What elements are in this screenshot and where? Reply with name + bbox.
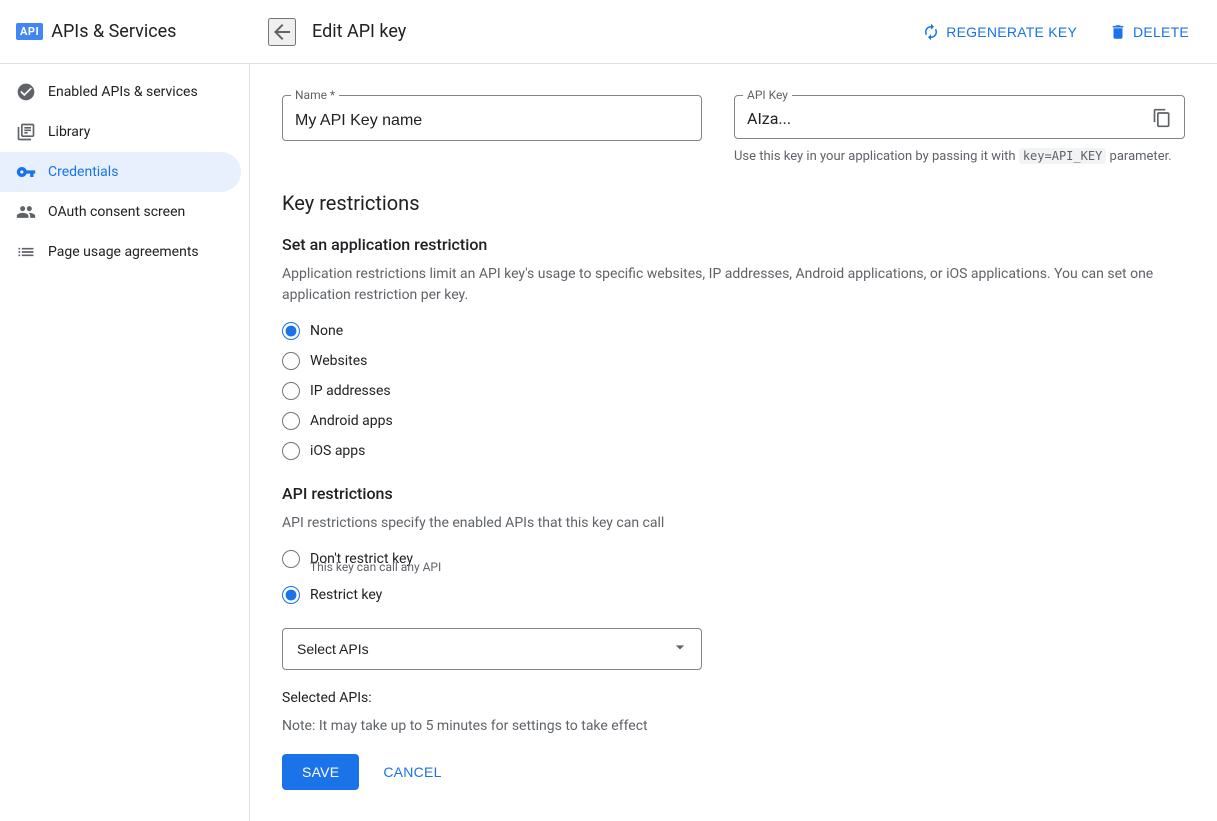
- sidebar-item-page-usage[interactable]: Page usage agreements: [0, 232, 241, 272]
- radio-restrict-key[interactable]: Restrict key: [282, 586, 1185, 604]
- radio-restrict-key-label: Restrict key: [310, 587, 382, 603]
- top-fields-row: Name * API Key AIza...: [282, 88, 1185, 167]
- delete-label: DELETE: [1133, 24, 1189, 40]
- regenerate-key-button[interactable]: REGENERATE KEY: [910, 15, 1089, 49]
- select-apis-dropdown[interactable]: Select APIs: [282, 628, 702, 670]
- api-key-label: API Key: [743, 88, 792, 102]
- radio-none[interactable]: None: [282, 322, 1185, 340]
- radio-ios-label: iOS apps: [310, 443, 365, 459]
- sidebar-label-enabled-apis: Enabled APIs & services: [48, 84, 198, 100]
- copy-api-key-button[interactable]: [1152, 108, 1172, 128]
- app-restriction-radio-group: None Websites IP addresses Android apps …: [282, 322, 1185, 460]
- radio-websites-label: Websites: [310, 353, 367, 369]
- page-title: Edit API key: [312, 21, 406, 42]
- sidebar-label-library: Library: [48, 124, 90, 140]
- radio-websites[interactable]: Websites: [282, 352, 1185, 370]
- api-key-row: AIza...: [735, 102, 1184, 138]
- name-label: Name *: [291, 88, 339, 102]
- api-restriction-radio-group: Don't restrict key This key can call any…: [282, 550, 1185, 604]
- api-key-fieldset: API Key AIza...: [734, 88, 1185, 139]
- sidebar-label-credentials: Credentials: [48, 164, 118, 180]
- main-layout: Enabled APIs & services Library Credenti…: [0, 64, 1217, 821]
- main-content: Name * API Key AIza...: [250, 64, 1217, 821]
- app-logo-area: API APIs & Services: [16, 21, 256, 42]
- radio-websites-input[interactable]: [282, 352, 300, 370]
- sidebar-label-page-usage: Page usage agreements: [48, 244, 199, 260]
- api-key-field-group: API Key AIza... Use this key in your app…: [734, 88, 1185, 167]
- api-key-hint: Use this key in your application by pass…: [734, 147, 1185, 167]
- page-usage-icon: [16, 242, 36, 262]
- logo-badge: API: [16, 23, 43, 40]
- dont-restrict-option: Don't restrict key This key can call any…: [282, 550, 1185, 574]
- regenerate-label: REGENERATE KEY: [946, 24, 1077, 40]
- app-restriction-desc: Application restrictions limit an API ke…: [282, 264, 1185, 306]
- api-key-value: AIza...: [747, 109, 1152, 128]
- radio-ip-addresses[interactable]: IP addresses: [282, 382, 1185, 400]
- oauth-icon: [16, 202, 36, 222]
- sidebar-item-library[interactable]: Library: [0, 112, 241, 152]
- sidebar-item-enabled-apis[interactable]: Enabled APIs & services: [0, 72, 241, 112]
- app-restriction-title: Set an application restriction: [282, 235, 1185, 254]
- radio-android-apps[interactable]: Android apps: [282, 412, 1185, 430]
- radio-ip-input[interactable]: [282, 382, 300, 400]
- key-restrictions-title: Key restrictions: [282, 191, 1185, 215]
- name-fieldset: Name *: [282, 88, 702, 141]
- dont-restrict-sublabel: This key can call any API: [310, 560, 1185, 574]
- sidebar-item-credentials[interactable]: Credentials: [0, 152, 241, 192]
- api-key-hint-code: key=API_KEY: [1019, 148, 1106, 164]
- enabled-apis-icon: [16, 82, 36, 102]
- top-bar: API APIs & Services Edit API key REGENER…: [0, 0, 1217, 64]
- credentials-icon: [16, 162, 36, 182]
- api-restriction-title: API restrictions: [282, 484, 1185, 503]
- radio-ios-apps[interactable]: iOS apps: [282, 442, 1185, 460]
- header-actions: Edit API key REGENERATE KEY DELETE: [268, 15, 1201, 49]
- radio-android-input[interactable]: [282, 412, 300, 430]
- select-apis-wrapper: Select APIs: [282, 628, 702, 670]
- library-icon: [16, 122, 36, 142]
- api-restriction-desc: API restrictions specify the enabled API…: [282, 513, 1185, 534]
- name-field-group: Name *: [282, 88, 702, 167]
- api-key-hint-suffix: parameter.: [1110, 149, 1172, 164]
- cancel-button[interactable]: CANCEL: [367, 754, 457, 790]
- selected-apis-label: Selected APIs:: [282, 690, 1185, 706]
- save-button[interactable]: SAVE: [282, 754, 359, 790]
- radio-android-label: Android apps: [310, 413, 393, 429]
- sidebar-item-oauth-consent[interactable]: OAuth consent screen: [0, 192, 241, 232]
- delete-button[interactable]: DELETE: [1097, 15, 1201, 49]
- sidebar: Enabled APIs & services Library Credenti…: [0, 64, 250, 821]
- sidebar-label-oauth: OAuth consent screen: [48, 204, 185, 220]
- radio-dont-restrict-input[interactable]: [282, 550, 300, 568]
- api-restrictions-section: API restrictions API restrictions specif…: [282, 484, 1185, 706]
- back-button[interactable]: [268, 18, 296, 46]
- api-key-hint-prefix: Use this key in your application by pass…: [734, 149, 1016, 164]
- name-input[interactable]: [283, 102, 701, 140]
- note-text: Note: It may take up to 5 minutes for se…: [282, 718, 1185, 734]
- radio-restrict-key-input[interactable]: [282, 586, 300, 604]
- radio-ip-label: IP addresses: [310, 383, 391, 399]
- radio-ios-input[interactable]: [282, 442, 300, 460]
- app-title: APIs & Services: [51, 21, 176, 42]
- radio-none-label: None: [310, 323, 343, 339]
- radio-none-input[interactable]: [282, 322, 300, 340]
- action-buttons: SAVE CANCEL: [282, 754, 1185, 790]
